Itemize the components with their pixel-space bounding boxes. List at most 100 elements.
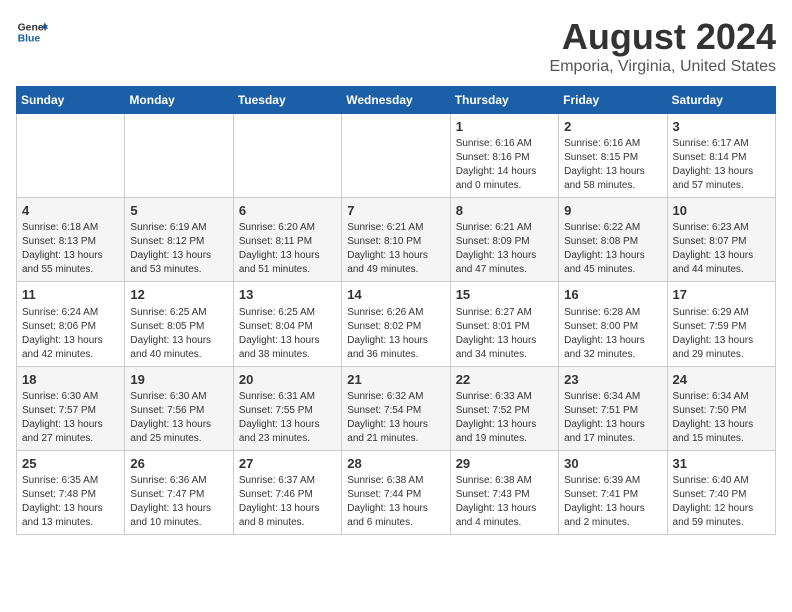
calendar-week-5: 25Sunrise: 6:35 AM Sunset: 7:48 PM Dayli…: [17, 450, 776, 534]
day-info: Sunrise: 6:35 AM Sunset: 7:48 PM Dayligh…: [22, 474, 119, 530]
day-number: 14: [347, 286, 444, 304]
day-number: 31: [673, 455, 770, 473]
day-info: Sunrise: 6:38 AM Sunset: 7:43 PM Dayligh…: [456, 474, 553, 530]
calendar-cell: [17, 114, 125, 198]
day-info: Sunrise: 6:38 AM Sunset: 7:44 PM Dayligh…: [347, 474, 444, 530]
day-info: Sunrise: 6:25 AM Sunset: 8:04 PM Dayligh…: [239, 306, 336, 362]
day-info: Sunrise: 6:16 AM Sunset: 8:15 PM Dayligh…: [564, 137, 661, 193]
weekday-header-tuesday: Tuesday: [233, 87, 341, 114]
day-info: Sunrise: 6:39 AM Sunset: 7:41 PM Dayligh…: [564, 474, 661, 530]
day-number: 6: [239, 202, 336, 220]
calendar-cell: 16Sunrise: 6:28 AM Sunset: 8:00 PM Dayli…: [559, 282, 667, 366]
day-info: Sunrise: 6:24 AM Sunset: 8:06 PM Dayligh…: [22, 306, 119, 362]
day-number: 7: [347, 202, 444, 220]
calendar-body: 1Sunrise: 6:16 AM Sunset: 8:16 PM Daylig…: [17, 114, 776, 535]
calendar-table: SundayMondayTuesdayWednesdayThursdayFrid…: [16, 86, 776, 535]
day-number: 12: [130, 286, 227, 304]
weekday-header-wednesday: Wednesday: [342, 87, 450, 114]
calendar-cell: 11 Sunrise: 6:24 AM Sunset: 8:06 PM Dayli…: [17, 282, 125, 366]
day-number: 23: [564, 371, 661, 389]
month-year-title: August 2024: [550, 16, 776, 58]
calendar-cell: 13 Sunrise: 6:25 AM Sunset: 8:04 PM Dayli…: [233, 282, 341, 366]
calendar-cell: 10Sunrise: 6:23 AM Sunset: 8:07 PM Dayli…: [667, 198, 775, 282]
day-number: 27: [239, 455, 336, 473]
calendar-cell: 28Sunrise: 6:38 AM Sunset: 7:44 PM Dayli…: [342, 450, 450, 534]
day-number: 3: [673, 118, 770, 136]
calendar-cell: 17 Sunrise: 6:29 AM Sunset: 7:59 PM Dayli…: [667, 282, 775, 366]
day-number: 30: [564, 455, 661, 473]
calendar-cell: 15 Sunrise: 6:27 AM Sunset: 8:01 PM Dayli…: [450, 282, 558, 366]
day-number: 9: [564, 202, 661, 220]
day-number: 11: [22, 286, 119, 304]
logo: General Blue: [16, 16, 48, 48]
day-info: Sunrise: 6:33 AM Sunset: 7:52 PM Dayligh…: [456, 390, 553, 446]
day-info: Sunrise: 6:31 AM Sunset: 7:55 PM Dayligh…: [239, 390, 336, 446]
day-info: Sunrise: 6:34 AM Sunset: 7:50 PM Dayligh…: [673, 390, 770, 446]
weekday-header-row: SundayMondayTuesdayWednesdayThursdayFrid…: [17, 87, 776, 114]
day-info: Sunrise: 6:30 AM Sunset: 7:56 PM Dayligh…: [130, 390, 227, 446]
day-info: Sunrise: 6:22 AM Sunset: 8:08 PM Dayligh…: [564, 221, 661, 277]
day-info: Sunrise: 6:23 AM Sunset: 8:07 PM Dayligh…: [673, 221, 770, 277]
calendar-cell: [233, 114, 341, 198]
calendar-week-3: 11 Sunrise: 6:24 AM Sunset: 8:06 PM Dayli…: [17, 282, 776, 366]
day-info: Sunrise: 6:30 AM Sunset: 7:57 PM Dayligh…: [22, 390, 119, 446]
calendar-cell: 22Sunrise: 6:33 AM Sunset: 7:52 PM Dayli…: [450, 366, 558, 450]
day-info: Sunrise: 6:36 AM Sunset: 7:47 PM Dayligh…: [130, 474, 227, 530]
calendar-cell: 19Sunrise: 6:30 AM Sunset: 7:56 PM Dayli…: [125, 366, 233, 450]
calendar-week-4: 18Sunrise: 6:30 AM Sunset: 7:57 PM Dayli…: [17, 366, 776, 450]
day-number: 21: [347, 371, 444, 389]
calendar-cell: 12 Sunrise: 6:25 AM Sunset: 8:05 PM Dayli…: [125, 282, 233, 366]
day-info: Sunrise: 6:37 AM Sunset: 7:46 PM Dayligh…: [239, 474, 336, 530]
day-number: 26: [130, 455, 227, 473]
calendar-cell: [125, 114, 233, 198]
calendar-cell: 25Sunrise: 6:35 AM Sunset: 7:48 PM Dayli…: [17, 450, 125, 534]
calendar-week-2: 4Sunrise: 6:18 AM Sunset: 8:13 PM Daylig…: [17, 198, 776, 282]
day-number: 2: [564, 118, 661, 136]
day-info: Sunrise: 6:26 AM Sunset: 8:02 PM Dayligh…: [347, 306, 444, 362]
calendar-cell: 1Sunrise: 6:16 AM Sunset: 8:16 PM Daylig…: [450, 114, 558, 198]
day-info: Sunrise: 6:29 AM Sunset: 7:59 PM Dayligh…: [673, 306, 770, 362]
day-number: 24: [673, 371, 770, 389]
location-subtitle: Emporia, Virginia, United States: [550, 58, 776, 76]
calendar-cell: 7Sunrise: 6:21 AM Sunset: 8:10 PM Daylig…: [342, 198, 450, 282]
calendar-cell: 3Sunrise: 6:17 AM Sunset: 8:14 PM Daylig…: [667, 114, 775, 198]
day-number: 10: [673, 202, 770, 220]
calendar-cell: 20Sunrise: 6:31 AM Sunset: 7:55 PM Dayli…: [233, 366, 341, 450]
day-number: 4: [22, 202, 119, 220]
weekday-header-friday: Friday: [559, 87, 667, 114]
day-info: Sunrise: 6:21 AM Sunset: 8:09 PM Dayligh…: [456, 221, 553, 277]
calendar-cell: 24Sunrise: 6:34 AM Sunset: 7:50 PM Dayli…: [667, 366, 775, 450]
calendar-cell: 2Sunrise: 6:16 AM Sunset: 8:15 PM Daylig…: [559, 114, 667, 198]
day-number: 18: [22, 371, 119, 389]
day-number: 25: [22, 455, 119, 473]
weekday-header-monday: Monday: [125, 87, 233, 114]
calendar-cell: 27Sunrise: 6:37 AM Sunset: 7:46 PM Dayli…: [233, 450, 341, 534]
day-info: Sunrise: 6:27 AM Sunset: 8:01 PM Dayligh…: [456, 306, 553, 362]
calendar-cell: 21Sunrise: 6:32 AM Sunset: 7:54 PM Dayli…: [342, 366, 450, 450]
weekday-header-saturday: Saturday: [667, 87, 775, 114]
calendar-cell: 8Sunrise: 6:21 AM Sunset: 8:09 PM Daylig…: [450, 198, 558, 282]
day-number: 13: [239, 286, 336, 304]
day-number: 16: [564, 286, 661, 304]
calendar-cell: 26Sunrise: 6:36 AM Sunset: 7:47 PM Dayli…: [125, 450, 233, 534]
calendar-cell: 18Sunrise: 6:30 AM Sunset: 7:57 PM Dayli…: [17, 366, 125, 450]
day-info: Sunrise: 6:25 AM Sunset: 8:05 PM Dayligh…: [130, 306, 227, 362]
svg-text:Blue: Blue: [18, 34, 41, 45]
day-number: 5: [130, 202, 227, 220]
calendar-cell: 23Sunrise: 6:34 AM Sunset: 7:51 PM Dayli…: [559, 366, 667, 450]
weekday-header-sunday: Sunday: [17, 87, 125, 114]
day-number: 22: [456, 371, 553, 389]
day-info: Sunrise: 6:21 AM Sunset: 8:10 PM Dayligh…: [347, 221, 444, 277]
day-info: Sunrise: 6:40 AM Sunset: 7:40 PM Dayligh…: [673, 474, 770, 530]
day-info: Sunrise: 6:18 AM Sunset: 8:13 PM Dayligh…: [22, 221, 119, 277]
day-number: 8: [456, 202, 553, 220]
day-number: 29: [456, 455, 553, 473]
day-number: 17: [673, 286, 770, 304]
calendar-week-1: 1Sunrise: 6:16 AM Sunset: 8:16 PM Daylig…: [17, 114, 776, 198]
title-area: August 2024 Emporia, Virginia, United St…: [550, 16, 776, 76]
day-number: 15: [456, 286, 553, 304]
day-info: Sunrise: 6:20 AM Sunset: 8:11 PM Dayligh…: [239, 221, 336, 277]
day-info: Sunrise: 6:17 AM Sunset: 8:14 PM Dayligh…: [673, 137, 770, 193]
calendar-cell: 9Sunrise: 6:22 AM Sunset: 8:08 PM Daylig…: [559, 198, 667, 282]
generalblue-logo-icon: General Blue: [16, 16, 48, 48]
